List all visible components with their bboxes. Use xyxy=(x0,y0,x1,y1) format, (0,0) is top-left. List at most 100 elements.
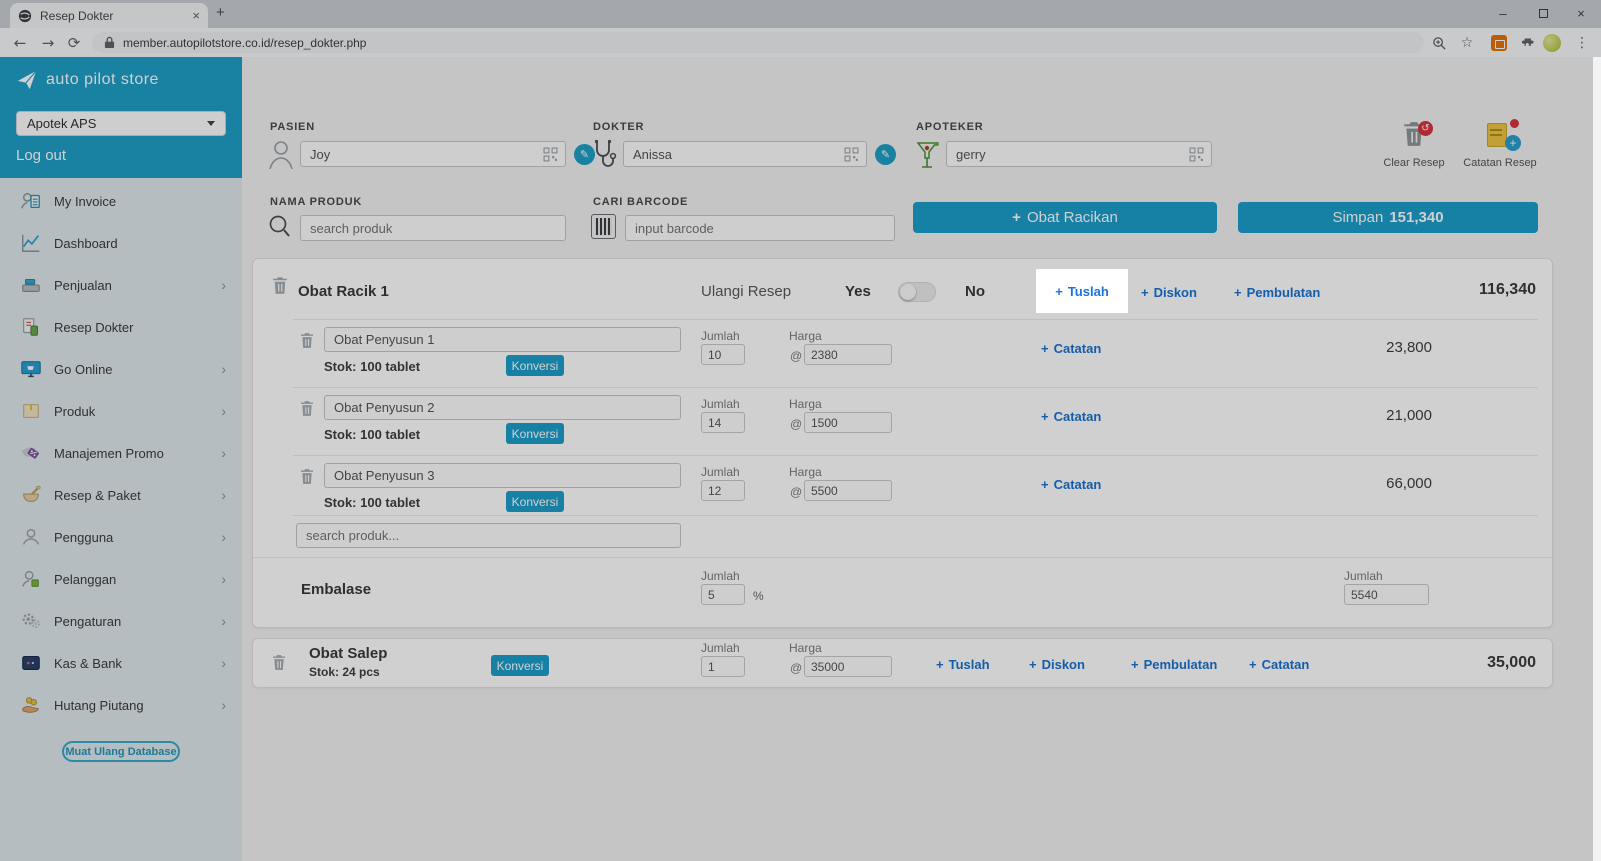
logout-link[interactable]: Log out xyxy=(16,147,66,164)
extension-store-icon[interactable] xyxy=(1488,28,1510,58)
sidebar-item-dashboard[interactable]: Dashboard xyxy=(0,222,242,264)
delete-racik-icon[interactable] xyxy=(271,275,289,296)
pasien-input[interactable] xyxy=(300,141,566,167)
salep-catatan-link[interactable]: + Catatan xyxy=(1249,657,1309,672)
racik-title: Obat Racik 1 xyxy=(298,283,389,300)
sidebar-item-resep-paket[interactable]: Resep & Paket › xyxy=(0,474,242,516)
item-amount: 23,800 xyxy=(1386,339,1432,356)
tab-close-icon[interactable]: × xyxy=(192,8,200,23)
zoom-icon[interactable] xyxy=(1428,28,1450,58)
dokter-input[interactable] xyxy=(623,141,867,167)
simpan-button[interactable]: Simpan 151,340 xyxy=(1238,202,1538,233)
jumlah-input[interactable] xyxy=(701,480,745,501)
address-bar[interactable]: member.autopilotstore.co.id/resep_dokter… xyxy=(92,32,1424,53)
harga-label: Harga xyxy=(789,397,822,411)
diskon-label: Diskon xyxy=(1042,657,1085,672)
add-ingredient-search-input[interactable] xyxy=(296,523,681,548)
embalase-amount-input[interactable] xyxy=(1344,584,1429,605)
qr-scan-icon[interactable] xyxy=(543,147,558,162)
sidebar-item-manajemen-promo[interactable]: Manajemen Promo › xyxy=(0,432,242,474)
window-close-button[interactable]: × xyxy=(1566,0,1596,26)
new-tab-button[interactable]: + xyxy=(216,4,225,21)
harga-input[interactable] xyxy=(804,344,892,365)
store-select[interactable]: Apotek APS xyxy=(16,111,226,136)
delete-item-icon[interactable] xyxy=(299,331,315,350)
delete-item-icon[interactable] xyxy=(299,399,315,418)
sidebar-item-produk[interactable]: Produk › xyxy=(0,390,242,432)
ulangi-resep-toggle[interactable] xyxy=(898,282,936,302)
catatan-label: Catatan xyxy=(1054,341,1102,356)
bookmark-star-icon[interactable]: ☆ xyxy=(1456,28,1478,58)
browser-tab[interactable]: Resep Dokter × xyxy=(10,3,208,28)
sidebar-header: auto pilot store Apotek APS Log out xyxy=(0,57,242,178)
page-scrollbar[interactable] xyxy=(1593,57,1601,861)
cari-barcode-label: CARI BARCODE xyxy=(593,196,688,208)
embalase-jumlah-input[interactable] xyxy=(701,584,745,605)
browser-menu-icon[interactable]: ⋮ xyxy=(1571,28,1593,58)
harga-input[interactable] xyxy=(804,412,892,433)
plus-icon: + xyxy=(1141,285,1149,300)
delete-item-icon[interactable] xyxy=(299,467,315,486)
item-catatan-link[interactable]: + Catatan xyxy=(1041,341,1101,356)
salep-pembulatan-link[interactable]: + Pembulatan xyxy=(1131,657,1217,672)
sidebar-item-hutang-piutang[interactable]: Hutang Piutang › xyxy=(0,684,242,726)
konversi-button[interactable]: Konversi xyxy=(506,423,564,444)
qr-scan-icon[interactable] xyxy=(1189,147,1204,162)
window-minimize-button[interactable]: – xyxy=(1488,0,1518,26)
sidebar-item-resep-dokter[interactable]: Resep Dokter xyxy=(0,306,242,348)
catatan-resep-button[interactable]: + Catatan Resep xyxy=(1460,119,1540,169)
jumlah-input[interactable] xyxy=(701,412,745,433)
monitor-cart-icon xyxy=(20,358,42,380)
ingredient-name-input[interactable] xyxy=(324,327,681,352)
salep-diskon-link[interactable]: + Diskon xyxy=(1029,657,1085,672)
dokter-edit-icon[interactable]: ✎ xyxy=(875,144,896,165)
racik-diskon-link[interactable]: + Diskon xyxy=(1141,285,1197,300)
item-catatan-link[interactable]: + Catatan xyxy=(1041,409,1101,424)
harga-label: Harga xyxy=(789,641,822,655)
obat-racikan-button[interactable]: + Obat Racikan xyxy=(913,202,1217,233)
prescription-icon xyxy=(20,316,42,338)
sidebar-item-my-invoice[interactable]: My Invoice xyxy=(0,180,242,222)
qr-scan-icon[interactable] xyxy=(844,147,859,162)
delete-salep-icon[interactable] xyxy=(271,653,287,672)
konversi-button[interactable]: Konversi xyxy=(506,491,564,512)
harga-input[interactable] xyxy=(804,480,892,501)
window-maximize-button[interactable] xyxy=(1528,0,1558,26)
sidebar-item-pengguna[interactable]: Pengguna › xyxy=(0,516,242,558)
sidebar-item-pengaturan[interactable]: Pengaturan › xyxy=(0,600,242,642)
racik-tuslah-link[interactable]: + Tuslah xyxy=(1055,284,1109,299)
sidebar-item-pelanggan[interactable]: Pelanggan › xyxy=(0,558,242,600)
back-icon[interactable]: ← xyxy=(8,28,32,58)
item-catatan-link[interactable]: + Catatan xyxy=(1041,477,1101,492)
search-produk-input[interactable] xyxy=(300,215,566,241)
sidebar-item-go-online[interactable]: Go Online › xyxy=(0,348,242,390)
catatan-resep-icon: + xyxy=(1487,119,1513,149)
salep-tuslah-link[interactable]: + Tuslah xyxy=(936,657,990,672)
salep-jumlah-input[interactable] xyxy=(701,656,745,677)
harga-label: Harga xyxy=(789,465,822,479)
clear-resep-button[interactable]: ↺ Clear Resep xyxy=(1374,119,1454,169)
racik-pembulatan-link[interactable]: + Pembulatan xyxy=(1234,285,1320,300)
obat-salep-card: Obat Salep Stok: 24 pcs Konversi Jumlah … xyxy=(252,638,1553,688)
sidebar-menu: My Invoice Dashboard Penjualan › Resep D… xyxy=(0,180,242,726)
salep-harga-input[interactable] xyxy=(804,656,892,677)
reload-database-button[interactable]: Muat Ulang Database xyxy=(62,741,180,762)
stock-label: Stok: 100 tablet xyxy=(324,495,420,510)
sidebar-item-penjualan[interactable]: Penjualan › xyxy=(0,264,242,306)
chevron-down-icon xyxy=(207,121,215,126)
barcode-input[interactable] xyxy=(625,215,895,241)
ingredient-name-input[interactable] xyxy=(324,463,681,488)
apoteker-input[interactable] xyxy=(946,141,1212,167)
forward-icon[interactable]: → xyxy=(36,28,60,58)
diskon-label: Diskon xyxy=(1154,285,1197,300)
extensions-puzzle-icon[interactable] xyxy=(1518,28,1540,58)
sidebar-item-kas-bank[interactable]: Kas & Bank › xyxy=(0,642,242,684)
invoice-icon xyxy=(20,190,42,212)
plus-icon: + xyxy=(1234,285,1242,300)
profile-avatar[interactable] xyxy=(1541,28,1563,58)
ingredient-name-input[interactable] xyxy=(324,395,681,420)
jumlah-input[interactable] xyxy=(701,344,745,365)
reload-icon[interactable]: ⟳ xyxy=(62,28,86,58)
konversi-button[interactable]: Konversi xyxy=(491,655,549,676)
konversi-button[interactable]: Konversi xyxy=(506,355,564,376)
